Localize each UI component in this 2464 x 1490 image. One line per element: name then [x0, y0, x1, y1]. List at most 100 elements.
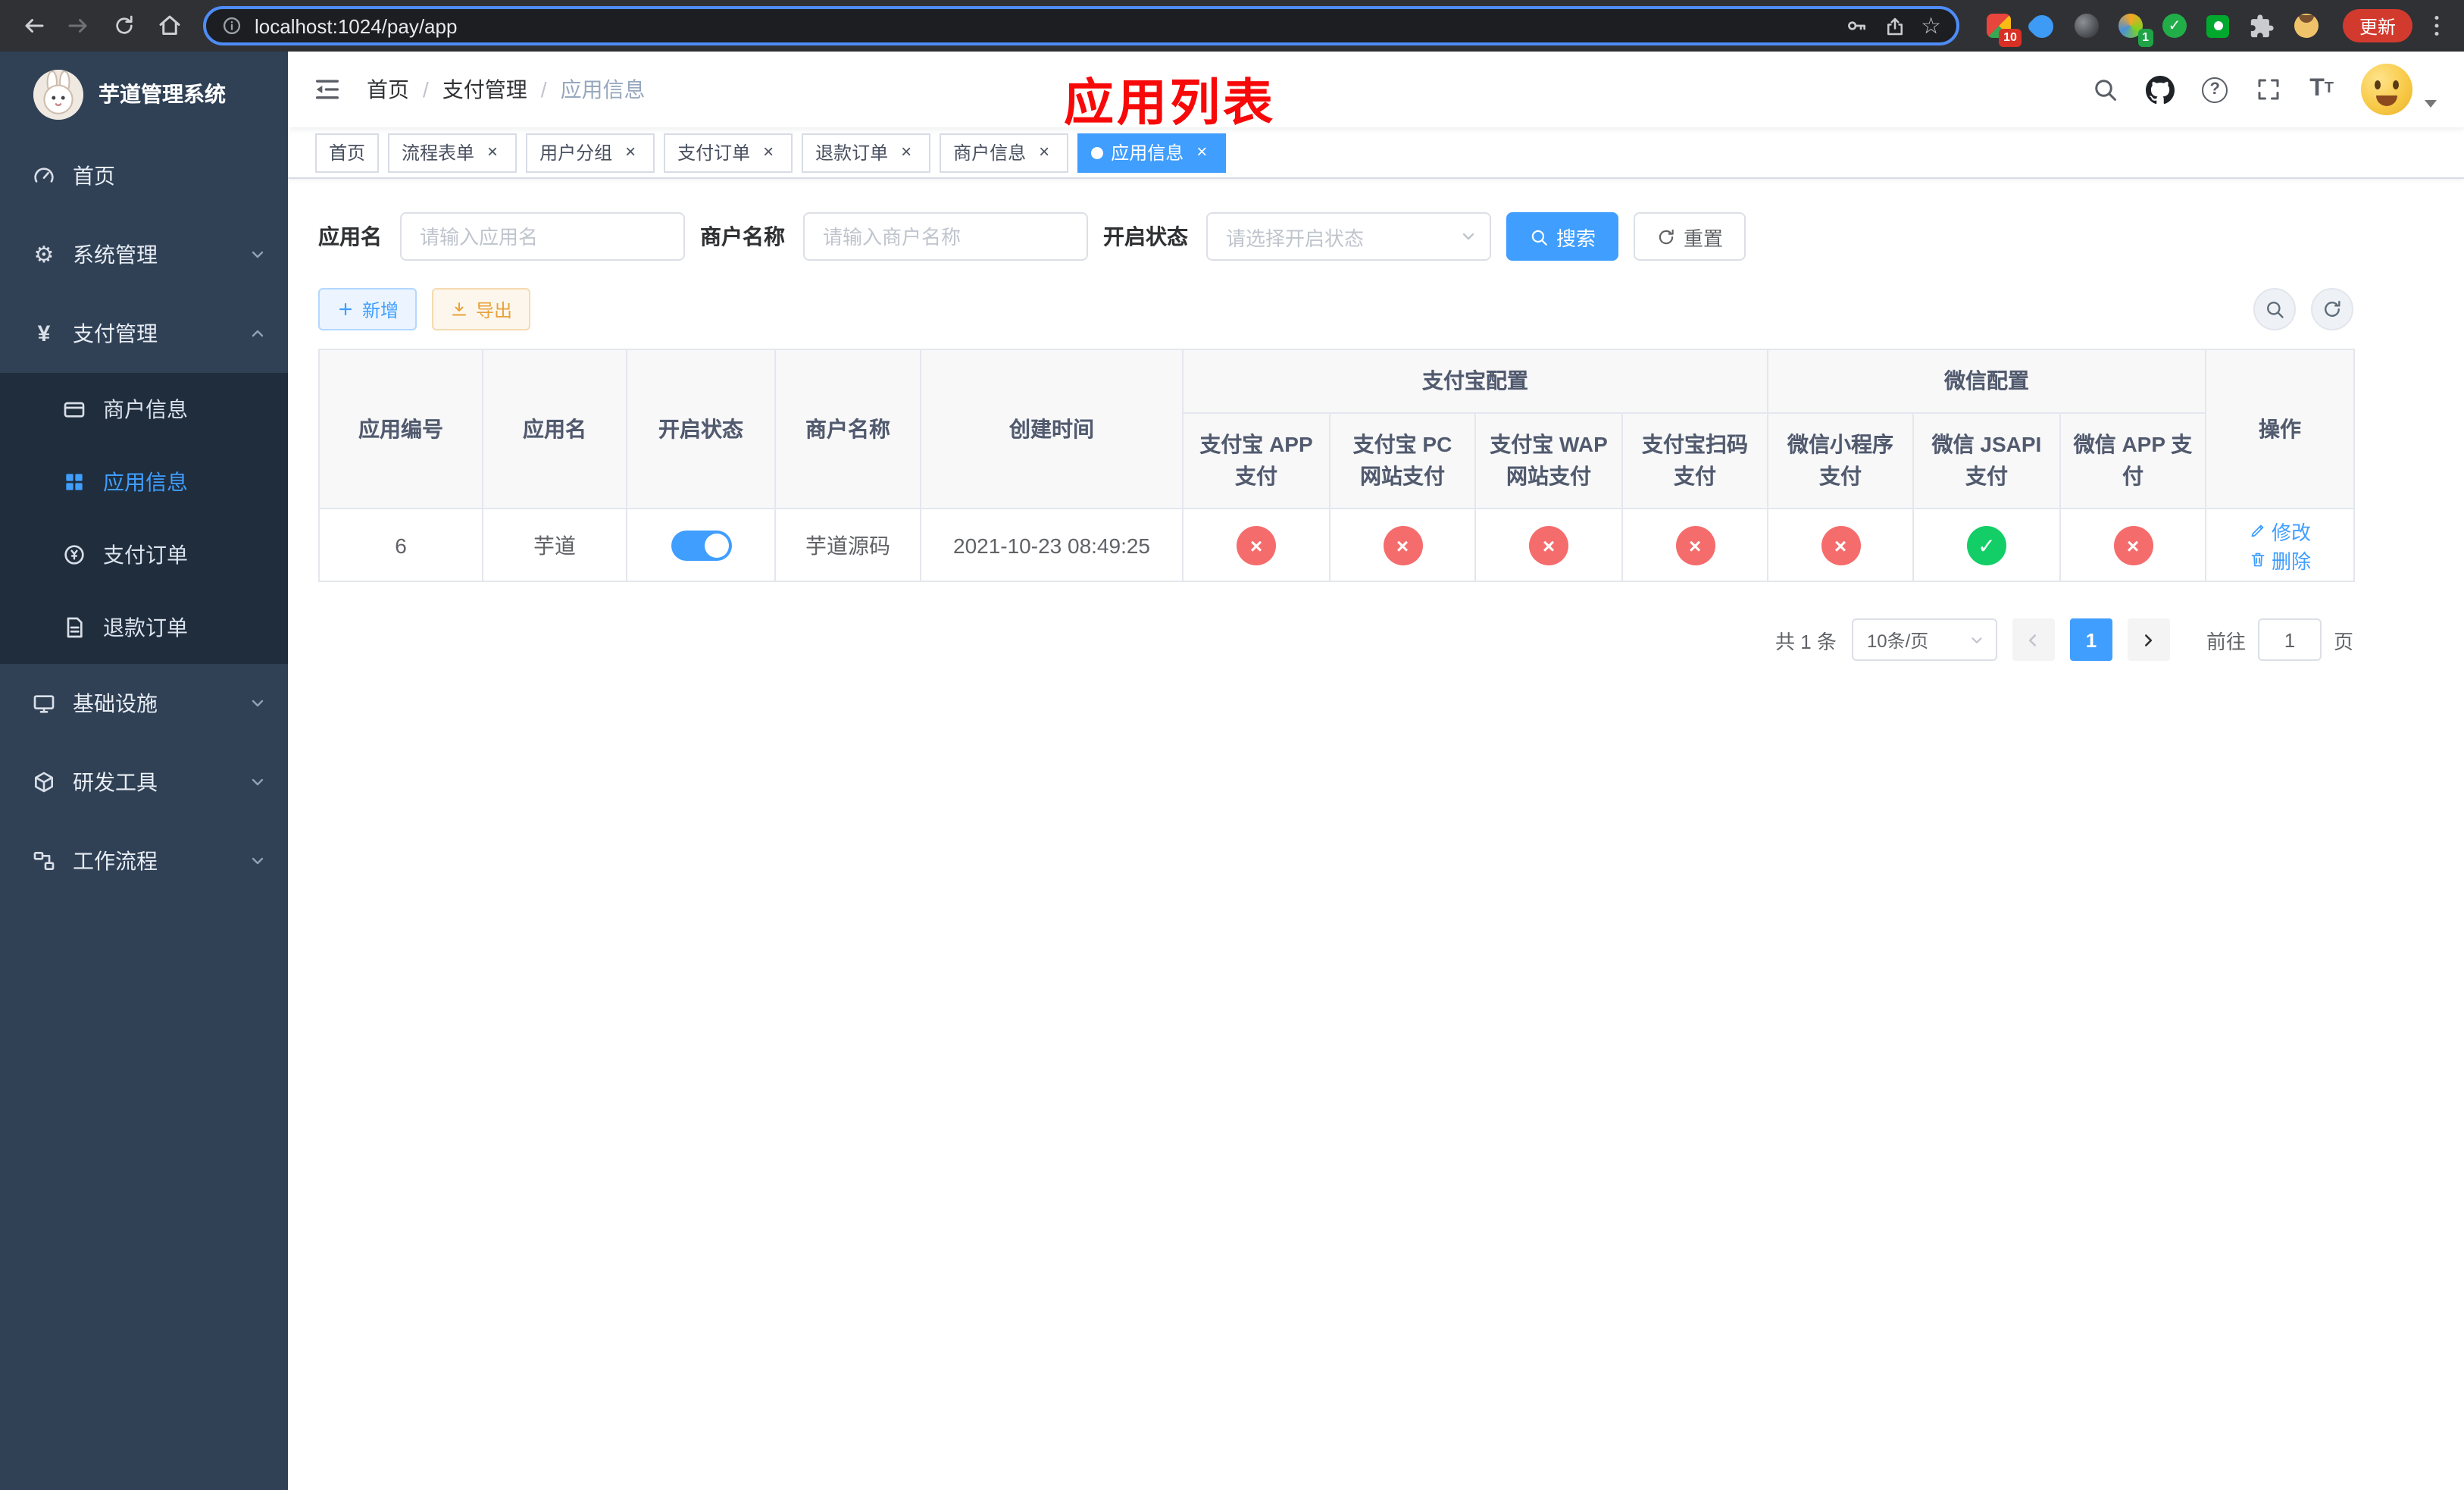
tab-pay-order[interactable]: 支付订单 ×: [664, 133, 793, 172]
next-page-button[interactable]: [2127, 618, 2170, 661]
status-toggle[interactable]: [671, 530, 731, 560]
filter-form: 应用名 商户名称 开启状态 请选择开启状态 搜索 重置: [318, 212, 2434, 261]
sidebar-menu: 首页 ⚙ 系统管理 ¥ 支付管理 商户信息 应用信息 支付订单 退款订单 基础设…: [0, 136, 288, 1490]
cell-app-name: 芋道: [482, 508, 627, 582]
col-alipay-wap-header: 支付宝 WAP 网站支付: [1474, 412, 1623, 509]
sidebar-item-dev-tools[interactable]: 研发工具: [0, 743, 288, 822]
extension-green-square-icon[interactable]: [2203, 11, 2234, 41]
profile-avatar-icon[interactable]: [2291, 11, 2322, 41]
avatar-caret-icon[interactable]: [2425, 99, 2437, 107]
cell-app-id: 6: [318, 508, 483, 582]
extension-sphere-icon[interactable]: [2072, 11, 2102, 41]
alipay-group-header: 支付宝配置: [1182, 349, 1768, 414]
edit-link[interactable]: 修改: [2249, 516, 2311, 545]
extensions-puzzle-icon[interactable]: [2247, 11, 2278, 41]
sidebar-item-system[interactable]: ⚙ 系统管理: [0, 215, 288, 294]
delete-link[interactable]: 删除: [2249, 545, 2311, 574]
app-name-label: 应用名: [318, 224, 382, 249]
sidebar-item-refund-order[interactable]: 退款订单: [0, 591, 288, 664]
browser-home-button[interactable]: [149, 5, 191, 47]
search-button[interactable]: 搜索: [1506, 212, 1619, 261]
sidebar-item-infra[interactable]: 基础设施: [0, 664, 288, 743]
site-info-icon[interactable]: [221, 15, 242, 36]
close-icon[interactable]: ×: [896, 141, 917, 163]
sidebar-collapse-icon[interactable]: [288, 52, 367, 127]
sidebar: 芋道管理系统 首页 ⚙ 系统管理 ¥ 支付管理 商户信息 应用信息 支付订单 退…: [0, 52, 288, 1490]
monitor-icon: [30, 691, 58, 715]
chrome-update-button[interactable]: 更新: [2342, 9, 2412, 42]
sidebar-item-workflow[interactable]: 工作流程: [0, 822, 288, 900]
help-icon[interactable]: ?: [2202, 77, 2228, 102]
share-icon[interactable]: [1883, 14, 1906, 37]
col-name-header: 应用名: [482, 349, 627, 509]
font-size-icon[interactable]: TT: [2309, 77, 2334, 102]
sidebar-item-app-info[interactable]: 应用信息: [0, 446, 288, 518]
user-avatar[interactable]: [2361, 64, 2412, 115]
github-icon[interactable]: [2146, 75, 2175, 104]
url-text: localhost:1024/pay/app: [255, 14, 458, 37]
col-created-header: 创建时间: [920, 349, 1184, 509]
page-size-select[interactable]: 10条/页: [1851, 618, 1997, 661]
extension-avatar-icon[interactable]: 1: [2115, 11, 2153, 47]
col-alipay-pc-header: 支付宝 PC 网站支付: [1329, 412, 1476, 509]
app-table: 应用编号 应用名 开启状态 商户名称 创建时间 支付宝配置 微信配置 操作 支付…: [318, 349, 2355, 582]
close-icon[interactable]: ×: [1191, 141, 1212, 163]
breadcrumb-home[interactable]: 首页: [367, 74, 409, 105]
app-title: 芋道管理系统: [98, 82, 226, 106]
merchant-name-input[interactable]: [803, 212, 1088, 261]
password-key-icon[interactable]: [1843, 14, 1868, 38]
browser-reload-button[interactable]: [103, 5, 145, 47]
app-name-input[interactable]: [400, 212, 685, 261]
close-icon[interactable]: ×: [620, 141, 641, 163]
reset-button[interactable]: 重置: [1634, 212, 1746, 261]
page-title-annotation: 应用列表: [1064, 74, 1276, 130]
sidebar-logo[interactable]: 芋道管理系统: [0, 52, 288, 136]
fullscreen-icon[interactable]: [2255, 76, 2282, 103]
col-id-header: 应用编号: [318, 349, 483, 509]
extension-grid-icon[interactable]: 10: [1984, 11, 2022, 47]
add-button[interactable]: 新增: [318, 288, 417, 330]
export-button[interactable]: 导出: [432, 288, 531, 330]
tab-refund-order[interactable]: 退款订单 ×: [802, 133, 931, 172]
tab-merchant-info[interactable]: 商户信息 ×: [940, 133, 1069, 172]
page-number-1[interactable]: 1: [2069, 618, 2112, 661]
browser-menu-icon[interactable]: [2422, 12, 2452, 39]
wechat-app-status-icon: ×: [2113, 525, 2153, 565]
wechat-jsapi-status-icon: ✓: [1967, 525, 2006, 565]
prev-page-button[interactable]: [2012, 618, 2055, 661]
wechat-mini-status-icon: ×: [1821, 525, 1860, 565]
browser-forward-button[interactable]: [58, 5, 100, 47]
toggle-search-button[interactable]: [2253, 288, 2296, 330]
col-alipay-qr-header: 支付宝扫码支付: [1621, 412, 1768, 509]
tab-app-info[interactable]: 应用信息 ×: [1077, 133, 1227, 172]
col-wx-mini-header: 微信小程序支付: [1767, 412, 1914, 509]
col-merchant-header: 商户名称: [774, 349, 921, 509]
bookmark-star-icon[interactable]: ☆: [1921, 14, 1941, 37]
browser-back-button[interactable]: [12, 5, 55, 47]
jump-page-input[interactable]: [2257, 618, 2322, 661]
close-icon[interactable]: ×: [1033, 141, 1055, 163]
breadcrumb-section[interactable]: 支付管理: [442, 74, 527, 105]
close-icon[interactable]: ×: [482, 141, 503, 163]
extension-drop-icon[interactable]: [2026, 9, 2059, 42]
extension-green-check-icon[interactable]: ✓: [2159, 11, 2190, 41]
sidebar-item-merchant-info[interactable]: 商户信息: [0, 373, 288, 446]
merchant-name-label: 商户名称: [700, 224, 785, 249]
pagination-total: 共 1 条: [1775, 630, 1837, 653]
pagination: 共 1 条 10条/页 1 前往 页: [318, 618, 2353, 661]
status-select[interactable]: 请选择开启状态: [1206, 212, 1491, 261]
chevron-down-icon: [249, 246, 267, 264]
tab-user-group[interactable]: 用户分组 ×: [526, 133, 655, 172]
refresh-table-button[interactable]: [2311, 288, 2353, 330]
col-alipay-app-header: 支付宝 APP 支付: [1182, 412, 1330, 509]
sidebar-item-home[interactable]: 首页: [0, 136, 288, 215]
sidebar-item-pay-order[interactable]: 支付订单: [0, 518, 288, 591]
alipay-qr-status-icon: ×: [1675, 525, 1715, 565]
dashboard-icon: [30, 164, 58, 188]
address-bar[interactable]: localhost:1024/pay/app ☆: [203, 6, 1959, 45]
sidebar-item-payment[interactable]: ¥ 支付管理: [0, 294, 288, 373]
search-icon[interactable]: [2091, 76, 2118, 103]
tab-process-form[interactable]: 流程表单 ×: [388, 133, 518, 172]
tab-home[interactable]: 首页: [315, 133, 380, 172]
close-icon[interactable]: ×: [758, 141, 779, 163]
